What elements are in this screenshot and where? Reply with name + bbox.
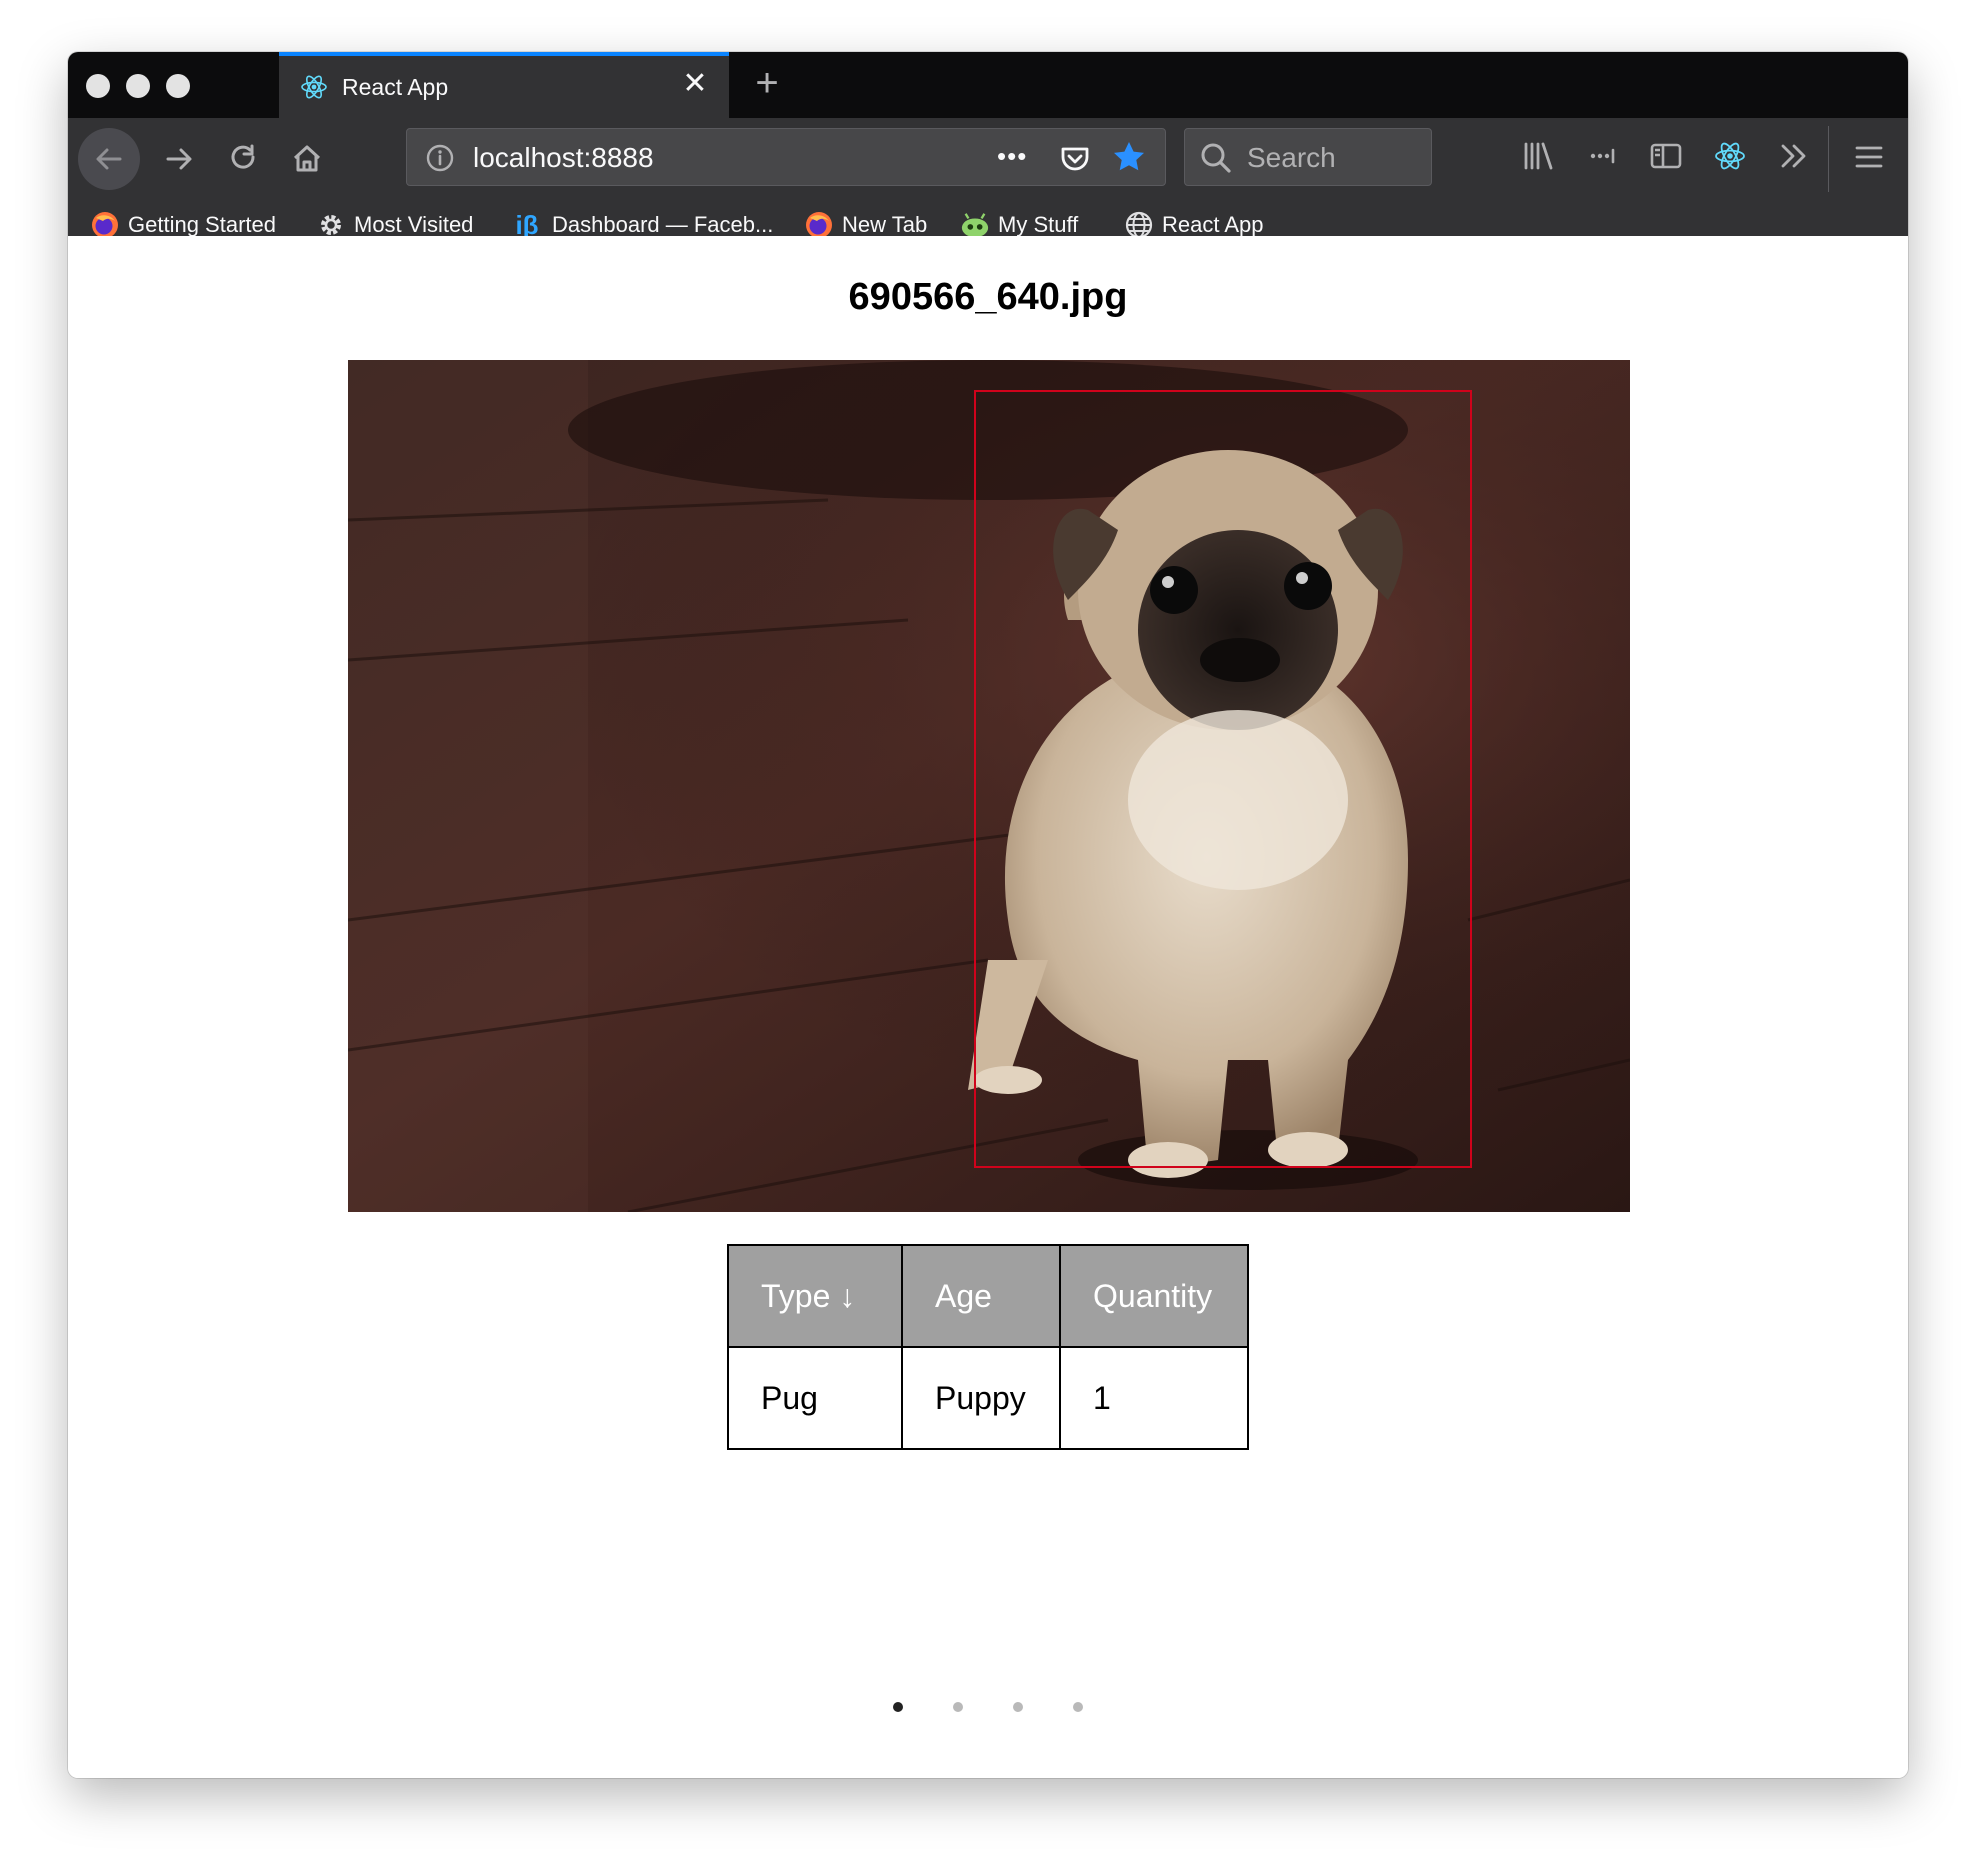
sync-tabs-icon[interactable] — [1584, 138, 1620, 174]
bookmark-label: My Stuff — [998, 212, 1079, 237]
carousel-dot-1[interactable] — [893, 1702, 903, 1712]
pocket-icon[interactable] — [1058, 141, 1092, 175]
sidebar-icon[interactable] — [1648, 138, 1684, 174]
browser-window: React App ✕ + localhost:8888 ••• Search … — [68, 52, 1908, 1778]
reload-button[interactable] — [218, 132, 268, 186]
react-icon — [301, 75, 327, 99]
tab-react-app[interactable]: React App ✕ — [279, 52, 729, 118]
bookmark-label: React App — [1162, 212, 1264, 237]
arrow-right-icon — [166, 148, 192, 170]
carousel-dot-3[interactable] — [1013, 1702, 1023, 1712]
detection-bounding-box[interactable] — [974, 390, 1472, 1168]
column-header-quantity[interactable]: Quantity — [1059, 1244, 1249, 1348]
table-header-row: Type ↓ Age Quantity — [727, 1244, 1249, 1348]
close-window-button[interactable] — [86, 74, 110, 98]
page-actions-icon[interactable]: ••• — [997, 141, 1027, 172]
bookmark-label: Getting Started — [128, 212, 276, 237]
url-bar[interactable]: localhost:8888 ••• — [406, 128, 1166, 186]
new-tab-button[interactable]: + — [744, 60, 790, 106]
zoom-window-button[interactable] — [166, 74, 190, 98]
back-button[interactable] — [78, 128, 140, 190]
carousel-pagination — [68, 1702, 1908, 1712]
toolbar-separator — [1828, 126, 1829, 192]
home-button[interactable] — [282, 132, 332, 186]
react-devtools-icon[interactable] — [1712, 138, 1748, 174]
detections-table: Type ↓ Age Quantity Pug Puppy 1 — [727, 1244, 1249, 1450]
close-tab-icon[interactable]: ✕ — [679, 68, 711, 100]
library-icon[interactable] — [1520, 138, 1556, 174]
page-content: 690566_640.jpg Type ↓ Age Quantity Pug P… — [68, 236, 1908, 1778]
bookmark-label: New Tab — [842, 212, 928, 237]
bookmark-star-icon[interactable] — [1111, 139, 1147, 175]
overflow-chevron-icon[interactable] — [1776, 138, 1812, 174]
cell-type: Pug — [727, 1346, 903, 1450]
forward-button[interactable] — [154, 132, 204, 186]
url-text[interactable]: localhost:8888 — [473, 142, 654, 174]
navigation-toolbar: localhost:8888 ••• Search Getting Starte… — [68, 118, 1908, 240]
home-icon — [293, 145, 321, 172]
arrow-left-icon — [96, 148, 122, 170]
page-title: 690566_640.jpg — [848, 276, 1128, 318]
bookmark-label: Most Visited — [354, 212, 474, 237]
table-row: Pug Puppy 1 — [727, 1346, 1249, 1450]
search-placeholder: Search — [1247, 142, 1336, 173]
column-header-type[interactable]: Type ↓ — [727, 1244, 903, 1348]
info-icon[interactable] — [425, 143, 455, 173]
reload-icon — [231, 144, 255, 169]
carousel-dot-2[interactable] — [953, 1702, 963, 1712]
minimize-window-button[interactable] — [126, 74, 150, 98]
hamburger-menu-icon[interactable] — [1852, 140, 1886, 174]
cell-quantity: 1 — [1059, 1346, 1249, 1450]
search-icon — [1201, 143, 1231, 173]
tab-title: React App — [342, 74, 449, 100]
tab-strip: React App ✕ + — [68, 52, 1908, 118]
column-header-age[interactable]: Age — [901, 1244, 1061, 1348]
search-bar[interactable]: Search — [1184, 128, 1432, 186]
cell-age: Puppy — [901, 1346, 1061, 1450]
carousel-dot-4[interactable] — [1073, 1702, 1083, 1712]
bookmark-label: Dashboard — Faceb... — [552, 212, 774, 237]
